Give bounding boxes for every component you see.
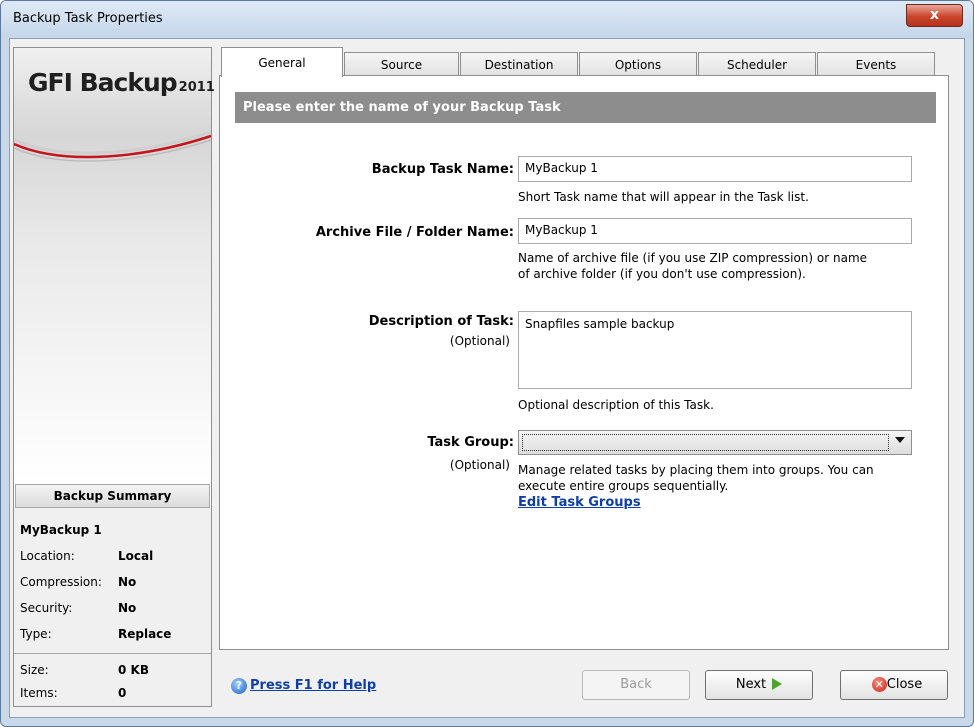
description-optional-label: (Optional) xyxy=(449,334,510,348)
summary-key: Security: xyxy=(20,601,73,615)
window-close-button[interactable]: x xyxy=(906,4,963,27)
summary-value: Replace xyxy=(118,627,172,641)
summary-row-location: Location: Local xyxy=(20,549,205,567)
logo-text: GFI Backup xyxy=(28,68,178,97)
summary-row-type: Type: Replace xyxy=(20,627,205,645)
summary-value: No xyxy=(118,575,137,589)
archive-name-label: Archive File / Folder Name: xyxy=(315,225,514,240)
task-group-hint-line1: Manage related tasks by placing them int… xyxy=(518,463,874,477)
task-group-hint-line2: execute entire groups sequentially. xyxy=(518,479,729,493)
summary-row-size: Size: 0 KB xyxy=(20,663,205,681)
close-icon: ✕ xyxy=(871,677,887,692)
tab-scheduler[interactable]: Scheduler xyxy=(698,52,816,75)
arrow-right-icon xyxy=(772,677,783,690)
tab-options[interactable]: Options xyxy=(579,52,697,75)
task-name-hint: Short Task name that will appear in the … xyxy=(518,190,809,204)
summary-row-security: Security: No xyxy=(20,601,205,619)
tab-events[interactable]: Events xyxy=(817,52,935,75)
summary-key: Size: xyxy=(20,663,49,677)
summary-value: 0 KB xyxy=(118,663,149,677)
close-button-label: Close xyxy=(886,677,923,692)
close-x-icon: x xyxy=(929,7,940,23)
task-group-optional-label: (Optional) xyxy=(449,458,510,472)
archive-name-hint-line1: Name of archive file (if you use ZIP com… xyxy=(518,251,868,265)
logo-swoosh-graphic xyxy=(14,130,211,162)
next-button[interactable]: Next xyxy=(705,670,813,700)
edit-task-groups-link[interactable]: Edit Task Groups xyxy=(518,495,641,510)
logo-year: 2011 xyxy=(178,80,215,95)
section-banner: Please enter the name of your Backup Tas… xyxy=(235,92,936,123)
window-title: Backup Task Properties xyxy=(13,11,163,26)
back-button[interactable]: Back xyxy=(582,670,690,700)
logo-area: GFI Backup 2011 xyxy=(14,48,215,482)
help-icon: ? xyxy=(231,678,247,694)
tab-general[interactable]: General xyxy=(221,47,343,77)
summary-key: Location: xyxy=(20,549,75,563)
summary-row-compression: Compression: No xyxy=(20,575,205,593)
task-group-label: Task Group: xyxy=(427,435,514,450)
summary-value: Local xyxy=(118,549,154,563)
summary-row-items: Items: 0 xyxy=(20,686,205,704)
description-label: Description of Task: xyxy=(368,314,514,329)
summary-task-name: MyBackup 1 xyxy=(20,523,102,537)
tab-source[interactable]: Source xyxy=(344,52,459,75)
archive-name-hint-line2: of archive folder (if you don't use comp… xyxy=(518,267,806,281)
task-name-label: Backup Task Name: xyxy=(371,162,514,177)
task-group-select-value xyxy=(522,434,889,451)
tab-destination[interactable]: Destination xyxy=(460,52,578,75)
summary-value: No xyxy=(118,601,137,615)
summary-value: 0 xyxy=(118,686,127,700)
help-link[interactable]: Press F1 for Help xyxy=(250,678,376,693)
summary-divider xyxy=(14,653,211,654)
description-hint: Optional description of this Task. xyxy=(518,398,714,412)
summary-key: Compression: xyxy=(20,575,102,589)
backup-summary-header: Backup Summary xyxy=(15,484,210,508)
chevron-down-icon xyxy=(895,437,905,443)
close-button[interactable]: ✕ Close xyxy=(840,670,948,700)
back-button-label: Back xyxy=(620,677,652,692)
summary-key: Items: xyxy=(20,686,58,700)
summary-panel: GFI Backup 2011 Backup Summary MyBackup 1… xyxy=(13,47,215,707)
title-bar: Backup Task Properties x xyxy=(1,1,973,38)
backup-summary-body: MyBackup 1 Location: Local Compression: … xyxy=(14,508,211,706)
gfi-backup-logo: GFI Backup 2011 xyxy=(28,68,215,97)
task-group-select[interactable] xyxy=(518,430,912,455)
task-name-input[interactable]: MyBackup 1 xyxy=(518,156,912,182)
summary-key: Type: xyxy=(20,627,52,641)
description-textarea[interactable]: Snapfiles sample backup xyxy=(518,311,912,389)
archive-name-input[interactable]: MyBackup 1 xyxy=(518,218,912,244)
next-button-label: Next xyxy=(735,677,767,692)
